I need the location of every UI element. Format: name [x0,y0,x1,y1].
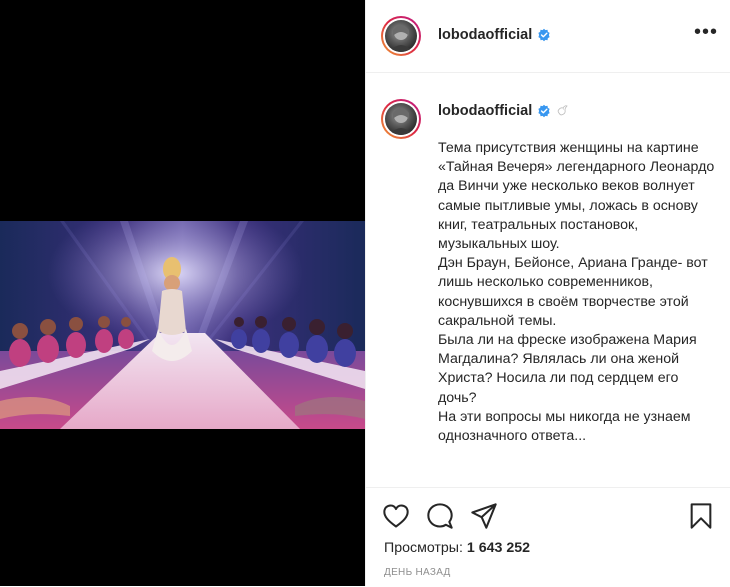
verified-badge-icon [538,28,550,42]
avatar[interactable] [381,16,421,56]
caption-avatar[interactable] [381,99,421,139]
caption-paragraph: Тема присутствия женщины на картине «Тай… [438,140,715,253]
caption-avatar-image [385,103,417,135]
caption-paragraph: На эти вопросы мы никогда не узнаем одно… [438,408,691,445]
post-header: lobodaofficial ••• [366,0,730,73]
dove-emoji-icon [557,105,568,116]
bookmark-icon[interactable] [687,502,715,530]
paper-plane-icon[interactable] [470,502,498,530]
post-sidebar: lobodaofficial ••• lobodaofficial Тема п… [365,0,730,586]
more-options-button[interactable]: ••• [694,22,718,42]
instagram-post: lobodaofficial ••• lobodaofficial Тема п… [0,0,730,586]
stage-illustration [0,221,365,429]
views-count[interactable]: Просмотры: 1 643 252 [384,540,530,556]
views-number: 1 643 252 [466,540,531,556]
caption-paragraph: Дэн Браун, Бейонсе, Ариана Гранде- вот л… [438,255,708,329]
action-bar: Просмотры: 1 643 252 ДЕНЬ НАЗАД [366,487,730,587]
post-media[interactable] [0,0,365,586]
views-label: Просмотры: [384,540,463,556]
header-username[interactable]: lobodaofficial [438,27,532,43]
verified-badge-icon [538,104,550,118]
comment-icon[interactable] [426,502,454,530]
video-frame-last-supper-scene [0,221,365,429]
caption-paragraph: Была ли на фреске изображена Мария Магда… [438,332,697,406]
caption-text: Тема присутствия женщины на картине «Тай… [438,139,718,446]
heart-icon[interactable] [382,502,410,530]
post-timestamp[interactable]: ДЕНЬ НАЗАД [384,567,451,578]
avatar-image [385,20,417,52]
caption-username[interactable]: lobodaofficial [438,103,532,119]
